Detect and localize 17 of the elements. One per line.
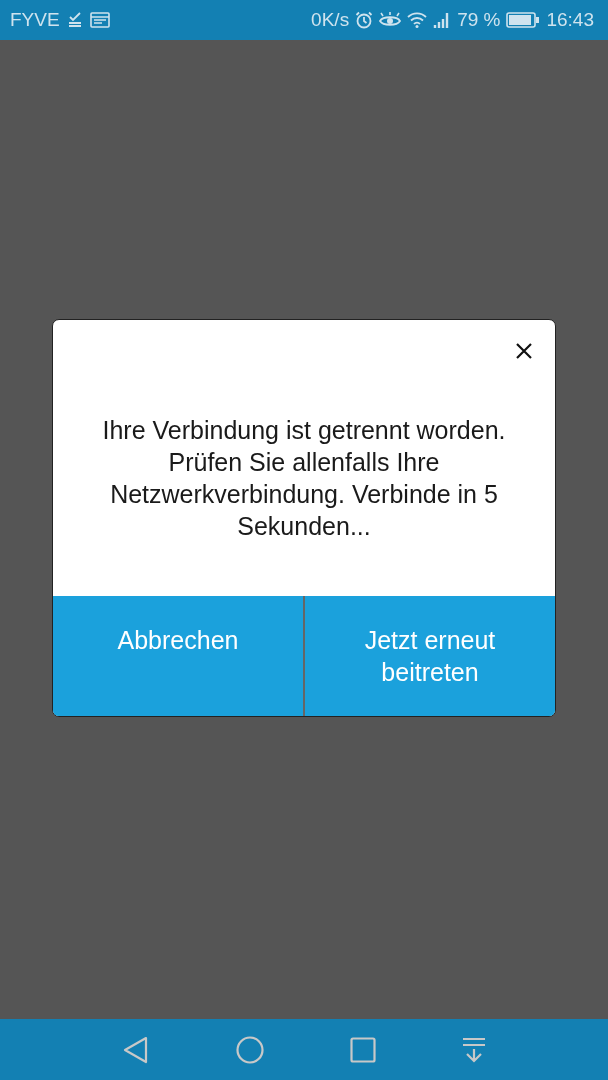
battery-icon xyxy=(506,12,541,28)
recent-apps-icon[interactable] xyxy=(350,1036,376,1063)
notification-pull-down-icon[interactable] xyxy=(462,1036,486,1063)
home-icon[interactable] xyxy=(236,1035,264,1064)
download-done-icon xyxy=(67,12,82,28)
clock-time: 16:43 xyxy=(546,9,594,31)
alarm-icon xyxy=(355,11,374,29)
wifi-icon xyxy=(407,12,428,28)
network-speed: 0K/s xyxy=(311,9,350,31)
eye-icon xyxy=(379,12,402,28)
rejoin-button[interactable]: Jetzt erneut beitreten xyxy=(303,595,555,716)
close-icon[interactable] xyxy=(516,342,532,359)
back-icon[interactable] xyxy=(122,1035,150,1064)
message-icon xyxy=(89,12,110,28)
battery-percentage: 79 % xyxy=(457,9,501,31)
dialog-message: Ihre Verbindung ist getrennt worden. Prüfen Sie allenfalls Ihre Netzwerkverbindung. Verbinde in 5 Sekunden... xyxy=(101,414,507,542)
carrier-name: FYVE xyxy=(10,9,60,31)
